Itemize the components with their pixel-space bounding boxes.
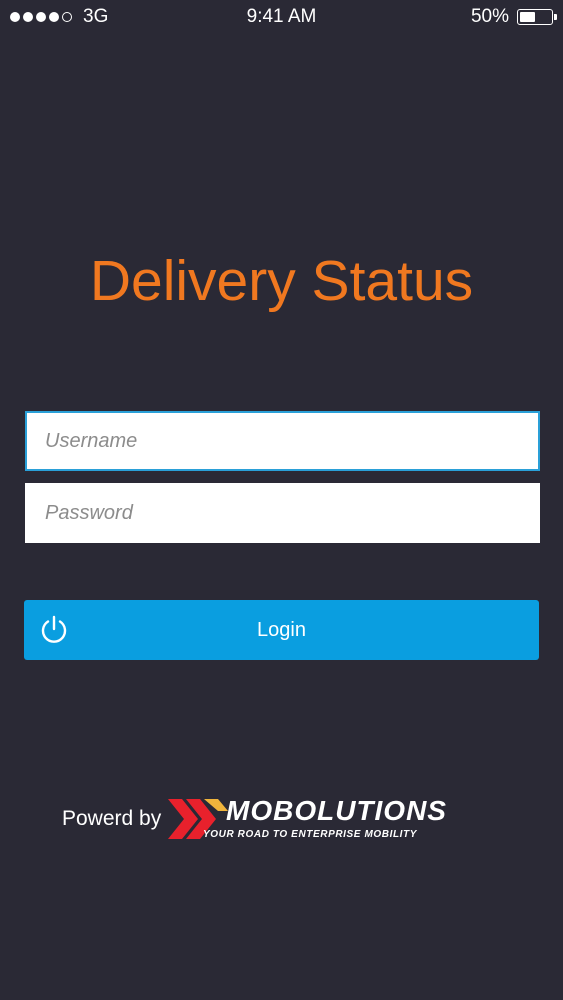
status-right: 50% [470, 6, 557, 28]
brand-name: MOBOLUTIONS [226, 795, 447, 826]
login-label: Login [257, 618, 306, 641]
footer: Powerd by MOBOLUTIONS YOUR ROAD TO ENTER… [62, 795, 502, 845]
brand-tagline: YOUR ROAD TO ENTERPRISE MOBILITY [203, 829, 418, 840]
password-input[interactable] [25, 483, 540, 543]
username-input[interactable] [25, 411, 540, 471]
battery-tip [554, 14, 557, 20]
mobolutions-logo: MOBOLUTIONS YOUR ROAD TO ENTERPRISE MOBI… [168, 795, 488, 845]
battery-percent: 50% [470, 6, 509, 27]
power-icon [41, 615, 67, 643]
battery-fill [520, 12, 535, 22]
battery-icon [517, 9, 557, 25]
powered-by-label: Powerd by [62, 807, 162, 830]
login-button[interactable]: Login [24, 600, 539, 660]
app-title: Delivery Status [89, 249, 474, 313]
status-bar: 3G 9:41 AM 50% [0, 0, 563, 34]
